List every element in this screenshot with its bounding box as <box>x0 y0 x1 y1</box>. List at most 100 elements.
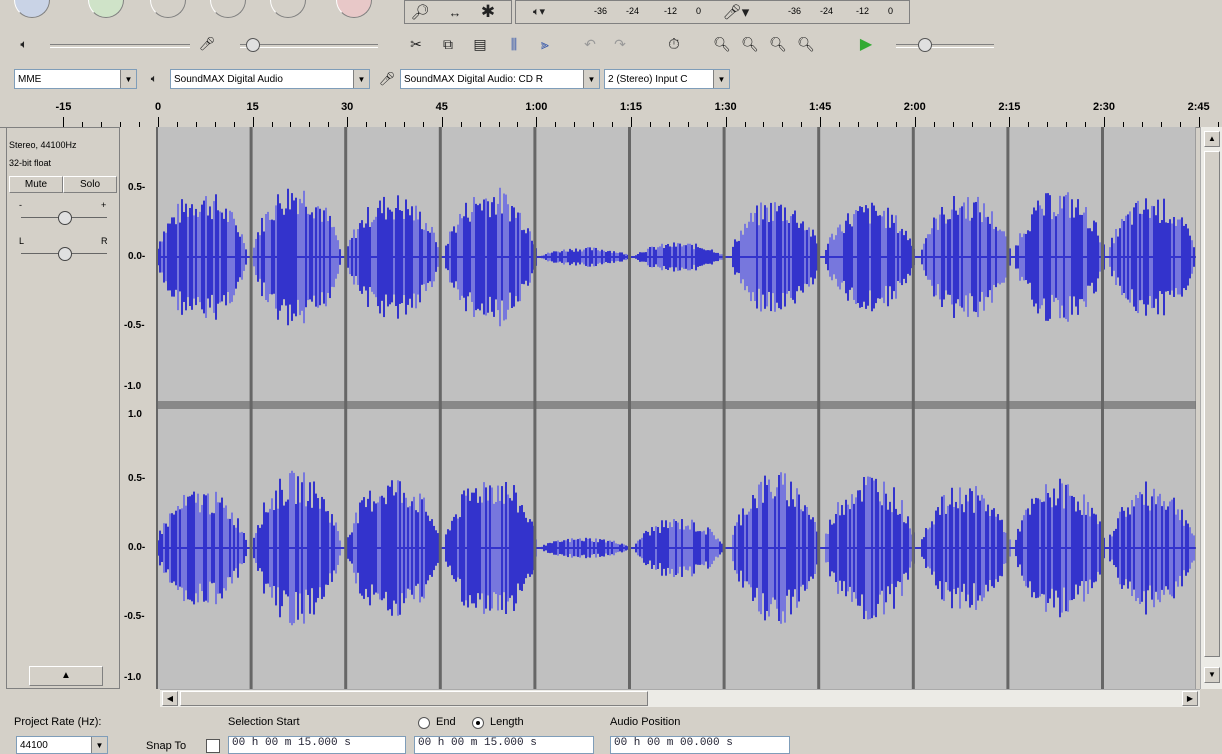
ruler-major-tick <box>536 117 537 127</box>
output-meter-label-3: -12 <box>664 6 677 16</box>
paste-icon[interactable]: ▤ <box>468 33 492 55</box>
ruler-label: 1:15 <box>620 101 642 113</box>
scale-top-0.0: 0.0- <box>128 251 145 262</box>
input-meter-label-4: 0 <box>888 6 893 16</box>
timeline-ruler[interactable]: -1501530451:001:151:301:452:002:152:302:… <box>0 97 1222 128</box>
asterisk-icon[interactable]: ✱ <box>477 2 499 22</box>
ruler-label: -15 <box>55 101 71 113</box>
undo-icon[interactable]: ↶ <box>578 33 602 55</box>
zoom-out-icon[interactable]: 🔍︎ <box>738 33 762 55</box>
selection-start-field[interactable]: 00 h 00 m 15.000 s <box>228 736 406 754</box>
pan-right-label: R <box>101 236 108 246</box>
horizontal-scroll-thumb[interactable] <box>180 691 648 706</box>
output-meter-label-2: -24 <box>626 6 639 16</box>
ruler-major-tick <box>253 117 254 127</box>
time-grid-line <box>912 127 915 689</box>
chevron-down-icon: ▼ <box>353 70 369 88</box>
audio-position-label: Audio Position <box>610 716 680 728</box>
fit-project-icon[interactable]: 🔍︎ <box>794 33 818 55</box>
magnifier-icon[interactable]: 🔎︎ <box>409 2 431 22</box>
scroll-left-button[interactable]: ◀ <box>162 691 178 706</box>
speed-slider-thumb[interactable] <box>918 38 932 52</box>
speaker-icon: 🔈︎ <box>144 71 164 87</box>
time-grid-line <box>1101 127 1104 689</box>
cut-icon[interactable]: ✂︎ <box>404 33 428 55</box>
input-device-select[interactable]: SoundMAX Digital Audio: CD R ▼ <box>400 69 600 89</box>
copy-icon[interactable]: ⧉ <box>436 33 460 55</box>
mute-button[interactable]: Mute <box>9 176 63 193</box>
project-rate-value: 44100 <box>20 740 48 751</box>
silence-icon[interactable]: ⫸ <box>532 33 558 55</box>
scale-bottom-neg1.0: -1.0 <box>124 672 141 683</box>
vertical-scroll-thumb[interactable] <box>1204 151 1220 657</box>
collapse-track-button[interactable]: ▲ <box>29 666 103 686</box>
solo-button[interactable]: Solo <box>63 176 117 193</box>
length-radio[interactable] <box>472 717 484 729</box>
meter-toolbar: 🔈︎▾ -36 -24 -12 0 🎤︎▾ -36 -24 -12 0 <box>515 0 910 24</box>
ruler-major-tick <box>63 117 64 127</box>
output-meter-label-4: 0 <box>696 6 701 16</box>
input-meter-label-1: -36 <box>788 6 801 16</box>
vertical-scale: 0.5- 0.0- -0.5- -1.0 1.0 0.5- 0.0- -0.5-… <box>120 127 156 689</box>
scale-top-0.5: 0.5- <box>128 182 145 193</box>
ruler-major-tick <box>347 117 348 127</box>
audio-position-field[interactable]: 00 h 00 m 00.000 s <box>610 736 790 754</box>
trim-icon[interactable]: ⫼ <box>502 33 526 55</box>
snap-to-checkbox[interactable] <box>206 739 220 753</box>
play-at-speed-icon[interactable]: ▶ <box>854 33 878 55</box>
ruler-label: 1:45 <box>809 101 831 113</box>
ruler-label: 45 <box>436 101 448 113</box>
chevron-down-icon: ▼ <box>91 737 107 753</box>
pan-slider-thumb[interactable] <box>58 247 72 261</box>
input-meter-label-3: -12 <box>856 6 869 16</box>
double-arrow-icon[interactable]: ↔ <box>443 2 467 22</box>
channel-separator <box>156 401 1196 409</box>
loop-button[interactable] <box>150 0 186 18</box>
scroll-down-button[interactable]: ▼ <box>1204 667 1220 683</box>
microphone-icon[interactable]: 🎤︎▾ <box>716 2 756 22</box>
waveform-svg <box>156 127 1196 689</box>
end-radio[interactable] <box>418 717 430 729</box>
stop-button[interactable] <box>210 0 246 18</box>
zoom-in-icon[interactable]: 🔍︎ <box>710 33 734 55</box>
selection-toolbar: Project Rate (Hz): 44100 ▼ Snap To Selec… <box>0 708 1222 748</box>
ruler-label: 2:00 <box>904 101 926 113</box>
tools-toolbar: 🔎︎ ↔ ✱ <box>404 0 512 24</box>
chevron-down-icon: ▼ <box>120 70 136 88</box>
skip-start-button[interactable] <box>14 0 50 18</box>
scroll-right-button[interactable]: ▶ <box>1182 691 1198 706</box>
pan-left-label: L <box>19 236 24 246</box>
host-select[interactable]: MME ▼ <box>14 69 137 89</box>
scroll-up-button[interactable]: ▲ <box>1204 131 1220 147</box>
sync-lock-icon[interactable]: ⏱︎ <box>662 33 686 55</box>
time-grid-line <box>156 127 158 689</box>
speaker-icon[interactable]: 🔈︎▾ <box>524 3 554 21</box>
speed-slider[interactable] <box>896 44 994 48</box>
skip-end-button[interactable] <box>270 0 306 18</box>
length-field[interactable]: 00 h 00 m 15.000 s <box>414 736 594 754</box>
horizontal-scrollbar[interactable]: ◀ ▶ <box>160 689 1200 707</box>
channels-select[interactable]: 2 (Stereo) Input C ▼ <box>604 69 730 89</box>
length-label: Length <box>490 716 524 728</box>
vertical-scrollbar[interactable]: ▲ ▼ <box>1200 127 1222 689</box>
waveform-area[interactable] <box>156 127 1196 689</box>
ruler-label: 1:30 <box>715 101 737 113</box>
time-grid-line <box>817 127 820 689</box>
record-button[interactable] <box>336 0 372 18</box>
redo-icon[interactable]: ↷ <box>608 33 632 55</box>
ruler-major-tick <box>820 117 821 127</box>
scale-top-neg0.5: -0.5- <box>124 320 145 331</box>
input-meter-label-2: -24 <box>820 6 833 16</box>
output-volume-slider[interactable] <box>50 44 190 48</box>
input-volume-slider[interactable] <box>240 44 378 48</box>
chevron-down-icon: ▼ <box>713 70 729 88</box>
output-device-select[interactable]: SoundMAX Digital Audio ▼ <box>170 69 370 89</box>
scale-bottom-1.0: 1.0 <box>128 409 142 420</box>
gain-slider-thumb[interactable] <box>58 211 72 225</box>
project-rate-select[interactable]: 44100 ▼ <box>16 736 108 754</box>
play-button[interactable] <box>88 0 124 18</box>
fit-selection-icon[interactable]: 🔍︎ <box>766 33 790 55</box>
input-slider-thumb[interactable] <box>246 38 260 52</box>
ruler-label: 30 <box>341 101 353 113</box>
mixer-toolbar: 🔈︎ 🎤︎ <box>10 30 390 60</box>
